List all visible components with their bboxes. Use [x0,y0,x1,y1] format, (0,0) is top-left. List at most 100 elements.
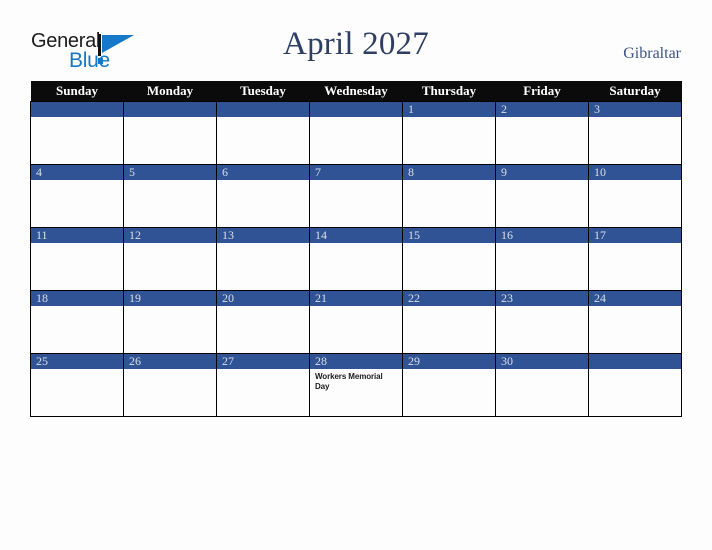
day-number: 29 [403,354,495,369]
holiday-event-label: Workers Memorial Day [315,372,383,391]
day-cell-body [496,117,588,120]
calendar-header-row: Sunday Monday Tuesday Wednesday Thursday Frid… [30,81,682,102]
day-number [310,102,402,117]
day-cell-body [589,180,681,183]
day-number: 21 [310,291,402,306]
day-cell-body [310,306,402,309]
calendar-day-cell-30[interactable]: 30 [495,353,589,417]
day-number: 14 [310,228,402,243]
day-cell-body [496,306,588,309]
calendar-day-cell-25[interactable]: 25 [30,353,124,417]
weekday-header-friday: Friday [495,81,589,102]
calendar-week-row: 4 5 6 7 8 9 10 [30,164,682,228]
calendar-day-cell-23[interactable]: 23 [495,290,589,354]
day-cell-body [496,180,588,183]
calendar-day-cell-18[interactable]: 18 [30,290,124,354]
calendar-day-cell-21[interactable]: 21 [309,290,403,354]
calendar-day-cell-22[interactable]: 22 [402,290,496,354]
day-number: 27 [217,354,309,369]
day-cell-body [310,117,402,120]
day-number: 7 [310,165,402,180]
calendar-day-cell-empty[interactable] [588,353,682,417]
day-cell-body [124,117,216,120]
day-cell-body [496,369,588,372]
day-cell-body [403,369,495,372]
day-number: 4 [31,165,123,180]
day-number [589,354,681,369]
day-number: 19 [124,291,216,306]
weekday-header-thursday: Thursday [402,81,496,102]
calendar-day-cell-20[interactable]: 20 [216,290,310,354]
day-number: 23 [496,291,588,306]
calendar-day-cell-27[interactable]: 27 [216,353,310,417]
calendar-day-cell-2[interactable]: 2 [495,101,589,165]
calendar-day-cell-5[interactable]: 5 [123,164,217,228]
calendar-day-cell-12[interactable]: 12 [123,227,217,291]
day-number: 9 [496,165,588,180]
calendar-day-cell-17[interactable]: 17 [588,227,682,291]
calendar-day-cell-28[interactable]: 28 Workers Memorial Day [309,353,403,417]
calendar-day-cell-14[interactable]: 14 [309,227,403,291]
day-cell-body [217,369,309,372]
calendar-day-cell-10[interactable]: 10 [588,164,682,228]
day-number: 25 [31,354,123,369]
calendar-day-cell-6[interactable]: 6 [216,164,310,228]
day-cell-body [310,180,402,183]
calendar-day-cell-empty[interactable] [216,101,310,165]
day-number: 5 [124,165,216,180]
calendar-day-cell-empty[interactable] [30,101,124,165]
calendar-day-cell-15[interactable]: 15 [402,227,496,291]
weekday-header-monday: Monday [123,81,217,102]
day-cell-body [496,243,588,246]
calendar-day-cell-3[interactable]: 3 [588,101,682,165]
day-number [124,102,216,117]
calendar-day-cell-empty[interactable] [123,101,217,165]
country-label: Gibraltar [623,45,681,62]
day-number: 20 [217,291,309,306]
calendar-day-cell-13[interactable]: 13 [216,227,310,291]
day-cell-body [217,180,309,183]
calendar-day-cell-8[interactable]: 8 [402,164,496,228]
day-cell-body [124,180,216,183]
day-number [31,102,123,117]
day-number [217,102,309,117]
calendar-day-cell-16[interactable]: 16 [495,227,589,291]
calendar-body: 1 2 3 4 5 6 7 8 9 10 11 12 13 14 15 16 17 18 19 20 21 22 23 24 2… [30,101,682,417]
calendar-day-cell-7[interactable]: 7 [309,164,403,228]
day-number: 1 [403,102,495,117]
calendar-day-cell-4[interactable]: 4 [30,164,124,228]
day-cell-body [589,369,681,372]
day-cell-body [31,243,123,246]
day-cell-body [589,243,681,246]
day-cell-body [124,243,216,246]
day-number: 26 [124,354,216,369]
day-number: 2 [496,102,588,117]
calendar-day-cell-9[interactable]: 9 [495,164,589,228]
day-cell-body [589,306,681,309]
calendar-day-cell-24[interactable]: 24 [588,290,682,354]
day-cell-body: Workers Memorial Day [310,369,402,392]
day-number: 15 [403,228,495,243]
weekday-header-saturday: Saturday [588,81,682,102]
day-number: 16 [496,228,588,243]
calendar-day-cell-29[interactable]: 29 [402,353,496,417]
day-number: 30 [496,354,588,369]
day-number: 24 [589,291,681,306]
day-cell-body [403,306,495,309]
weekday-header-wednesday: Wednesday [309,81,403,102]
calendar-day-cell-1[interactable]: 1 [402,101,496,165]
calendar-day-cell-empty[interactable] [309,101,403,165]
day-cell-body [124,306,216,309]
calendar-day-cell-11[interactable]: 11 [30,227,124,291]
day-cell-body [31,180,123,183]
day-cell-body [310,243,402,246]
day-number: 3 [589,102,681,117]
page-title: April 2027 [283,26,429,62]
calendar-day-cell-19[interactable]: 19 [123,290,217,354]
day-number: 28 [310,354,402,369]
calendar-week-row: 123 [30,101,682,165]
calendar-day-cell-26[interactable]: 26 [123,353,217,417]
day-number: 6 [217,165,309,180]
day-number: 12 [124,228,216,243]
day-cell-body [31,369,123,372]
